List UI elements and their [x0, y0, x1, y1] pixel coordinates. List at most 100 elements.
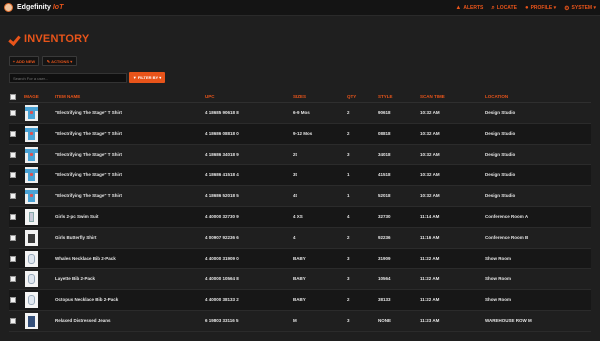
shirt-image: [28, 233, 35, 243]
row-checkbox[interactable]: [10, 130, 16, 137]
table-row[interactable]: Relaxed Distressed Jeans 6 19803 33116 5 M…: [9, 311, 591, 332]
nav-label: ALERTS: [463, 5, 484, 11]
select-all-checkbox[interactable]: [10, 94, 16, 100]
cell-item-name: Relaxed Distressed Jeans: [55, 317, 111, 323]
product-thumbnail[interactable]: [25, 167, 38, 184]
cell-upc: 4 18686 34018 9: [205, 151, 239, 157]
table-header: IMAGE ITEM NAME UPC SIZES QTY STYLE SCAN…: [9, 91, 591, 103]
filter-by-button[interactable]: ▼ FILTER BY ▾: [129, 72, 165, 83]
cell-location: Show Room: [485, 297, 511, 303]
tshirt-image: [25, 127, 38, 140]
cell-qty: 2: [347, 130, 350, 136]
tshirt-print: [30, 152, 33, 156]
cell-scan-time: 11:23 AM: [420, 317, 440, 323]
row-checkbox[interactable]: [10, 213, 16, 220]
cell-item-name: Layette Bib 2-Pack: [55, 276, 96, 282]
inventory-table: IMAGE ITEM NAME UPC SIZES QTY STYLE SCAN…: [9, 91, 591, 332]
check-icon: [9, 34, 20, 45]
table-row[interactable]: Whales Necklace Bib 2-Pack 4 40000 31909 …: [9, 248, 591, 270]
row-checkbox[interactable]: [10, 151, 16, 158]
cell-qty: 2: [347, 234, 350, 240]
table-row[interactable]: Layette Bib 2-Pack 4 40000 10564 8 BABY 3 10…: [9, 269, 591, 291]
cell-style: 92236: [378, 234, 391, 240]
col-qty[interactable]: QTY: [347, 94, 356, 99]
cell-upc: 4 18685 90618 8: [205, 110, 239, 115]
cell-item-name: Octopus Necklace Bib 2-Pack: [55, 297, 119, 303]
search-input[interactable]: [9, 73, 127, 83]
col-location[interactable]: LOCATION: [485, 94, 508, 99]
cell-upc: 4 40000 32730 9: [205, 213, 239, 219]
table-row[interactable]: "Electrifying The Stage" T Shirt 4 18686 …: [9, 165, 591, 187]
product-thumbnail[interactable]: [25, 250, 38, 267]
product-thumbnail[interactable]: [25, 125, 38, 142]
cell-location: Design Studio: [485, 193, 516, 199]
row-checkbox[interactable]: [10, 193, 16, 200]
table-row[interactable]: Octopus Necklace Bib 2-Pack 4 40000 38133…: [9, 290, 591, 311]
row-checkbox[interactable]: [10, 317, 16, 324]
nav-profile[interactable]: ● PROFILE ▾: [525, 5, 556, 11]
table-row[interactable]: Girls Butterfly Shirt 4 00907 92236 6 4 2 92…: [9, 228, 591, 249]
cell-upc: 4 00907 92236 6: [205, 234, 239, 240]
cell-location: Conference Room B: [485, 234, 529, 240]
cell-upc: 4 40000 38133 2: [205, 297, 239, 303]
table-row[interactable]: "Electrifying The Stage" T Shirt 4 18686 …: [9, 186, 591, 207]
product-thumbnail[interactable]: [25, 188, 38, 205]
actions-button[interactable]: ✎ ACTIONS ▾: [42, 56, 77, 66]
row-checkbox[interactable]: [10, 297, 16, 304]
cell-location: Design Studio: [485, 130, 516, 136]
table-row[interactable]: "Electrifying The Stage" T Shirt 4 18685 …: [9, 103, 591, 124]
brand[interactable]: Edgefinity IoT: [4, 3, 63, 12]
cell-style: 08818: [378, 130, 391, 136]
cell-size: 6-9 Mos: [293, 110, 310, 115]
col-upc[interactable]: UPC: [205, 94, 215, 99]
top-nav: ▲ ALERTS ⌕ LOCATE ● PROFILE ▾ ⚙ SYSTEM ▾: [455, 0, 596, 16]
row-checkbox[interactable]: [10, 172, 16, 179]
nav-locate[interactable]: ⌕ LOCATE: [491, 5, 517, 12]
brand-logo-icon: [4, 3, 13, 12]
nav-label: PROFILE ▾: [530, 5, 557, 11]
col-image[interactable]: IMAGE: [24, 94, 39, 99]
col-style[interactable]: STYLE: [378, 94, 393, 99]
cell-size: BABY: [293, 255, 306, 261]
brand-name: Edgefinity: [17, 4, 51, 11]
col-item-name[interactable]: ITEM NAME: [55, 94, 80, 99]
row-checkbox[interactable]: [10, 110, 16, 116]
nav-system[interactable]: ⚙ SYSTEM ▾: [564, 5, 596, 12]
product-thumbnail[interactable]: [25, 146, 38, 163]
cell-item-name: "Electrifying The Stage" T Shirt: [55, 151, 123, 157]
gear-icon: ⚙: [564, 5, 570, 12]
cell-style: NONE: [378, 317, 392, 323]
cell-upc: 4 40000 10564 8: [205, 276, 239, 282]
table-row[interactable]: Girls 2-pc Swim Suit 4 40000 32730 9 4 XS 4…: [9, 206, 591, 228]
cell-qty: 2: [347, 297, 350, 303]
product-thumbnail[interactable]: [25, 105, 38, 121]
cell-size: 2t: [293, 151, 298, 157]
cell-size: 9-12 Mos: [293, 130, 313, 136]
cell-scan-time: 10:32 AM: [420, 193, 440, 199]
page-title: INVENTORY: [24, 33, 90, 45]
row-checkbox[interactable]: [10, 234, 16, 241]
table-row[interactable]: "Electrifying The Stage" T Shirt 4 18686 …: [9, 123, 591, 145]
cell-qty: 3: [347, 276, 350, 282]
table-row[interactable]: "Electrifying The Stage" T Shirt 4 18686 …: [9, 145, 591, 166]
nav-alerts[interactable]: ▲ ALERTS: [455, 5, 483, 11]
cell-style: 38133: [378, 297, 391, 303]
cell-qty: 4: [347, 213, 350, 219]
product-thumbnail[interactable]: [25, 229, 38, 246]
bib-image: [28, 274, 35, 285]
cell-scan-time: 10:32 AM: [420, 172, 440, 178]
cell-qty: 3: [347, 255, 350, 261]
product-thumbnail[interactable]: [25, 292, 38, 309]
add-new-button[interactable]: + ADD NEW: [9, 56, 39, 66]
product-thumbnail[interactable]: [25, 271, 38, 288]
product-thumbnail[interactable]: [25, 312, 38, 329]
row-checkbox[interactable]: [10, 255, 16, 262]
nav-label: SYSTEM ▾: [571, 5, 596, 11]
table-body: "Electrifying The Stage" T Shirt 4 18685 …: [9, 103, 591, 332]
col-scan-time[interactable]: SCAN TIME: [420, 94, 445, 99]
cell-upc: 4 18686 41518 4: [205, 172, 239, 178]
cell-style: 90618: [378, 110, 391, 115]
col-sizes[interactable]: SIZES: [293, 94, 306, 99]
product-thumbnail[interactable]: [25, 208, 38, 225]
row-checkbox[interactable]: [10, 276, 16, 283]
